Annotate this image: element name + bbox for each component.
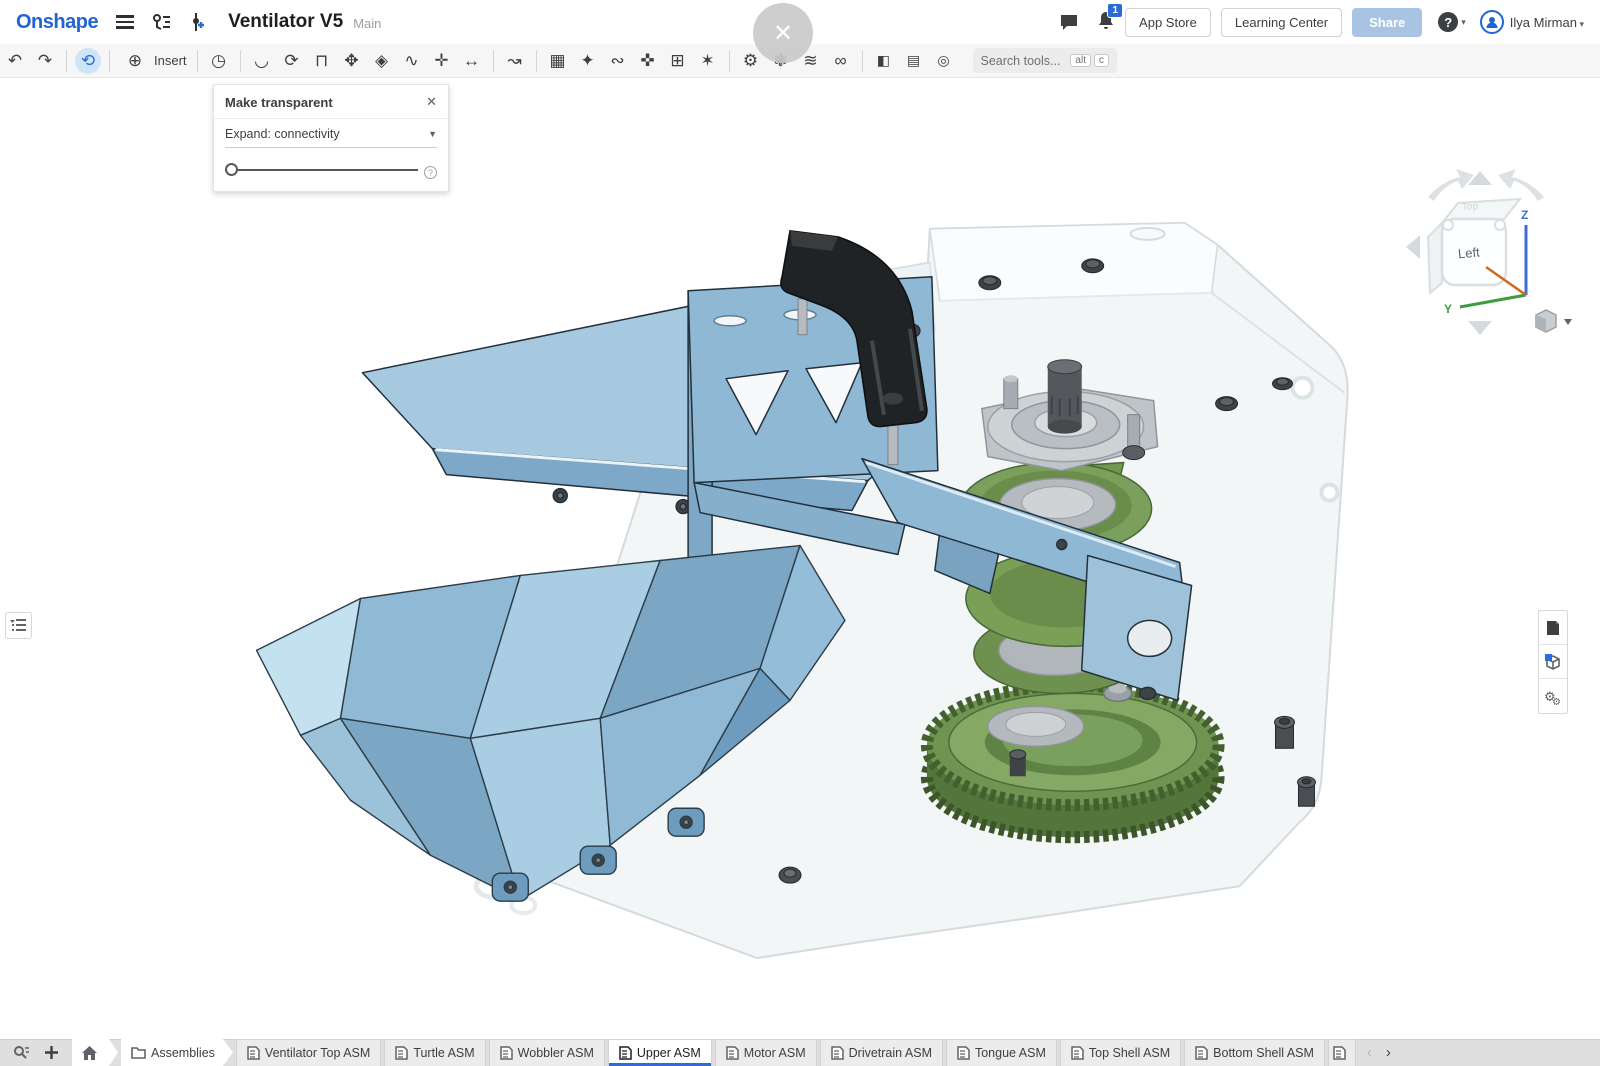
history-clock-icon[interactable]: ◷: [204, 51, 234, 71]
tabs-scroll-right-icon[interactable]: ›: [1379, 1044, 1398, 1061]
breadcrumb-assemblies-tab[interactable]: Assemblies: [121, 1039, 233, 1066]
tab-bottom-shell-asm[interactable]: Bottom Shell ASM: [1184, 1039, 1325, 1066]
search-tools-input[interactable]: Search tools... alt c: [973, 48, 1117, 73]
explore-icon[interactable]: ◎: [929, 52, 959, 69]
share-button[interactable]: Share: [1352, 8, 1422, 37]
parallel-mate-icon[interactable]: ↔: [457, 51, 487, 71]
view-cube[interactable]: Top Left Z Y: [1398, 167, 1574, 339]
belt-icon[interactable]: ∞: [826, 51, 856, 71]
user-menu[interactable]: Ilya Mirman: [1510, 15, 1584, 30]
workspace-label[interactable]: Main: [353, 16, 381, 31]
tab-label: Drivetrain ASM: [849, 1046, 932, 1060]
tab-clipped[interactable]: [1328, 1039, 1356, 1066]
tab-label: Wobbler ASM: [518, 1046, 594, 1060]
breadcrumb-label: Assemblies: [151, 1046, 215, 1060]
tab-label: Motor ASM: [744, 1046, 806, 1060]
comments-icon[interactable]: [1059, 13, 1079, 31]
branch-workspace-icon[interactable]: [190, 12, 206, 32]
configurations-panel-toggle[interactable]: ⚙⚙: [1539, 679, 1567, 713]
tangent-mate-icon[interactable]: ↝: [500, 51, 530, 71]
assembly-model[interactable]: [0, 79, 1600, 1039]
notification-count-badge: 1: [1107, 3, 1123, 18]
insert-icon: ⊕: [120, 51, 150, 71]
tab-drivetrain-asm[interactable]: Drivetrain ASM: [820, 1039, 943, 1066]
user-avatar[interactable]: [1480, 10, 1504, 34]
transparency-slider[interactable]: [225, 163, 418, 177]
hamburger-menu-icon[interactable]: [116, 12, 134, 32]
final-sync-icon[interactable]: ⟲: [75, 48, 101, 74]
document-title: Ventilator V5: [228, 11, 343, 33]
slider-handle[interactable]: [225, 163, 238, 176]
tab-label: Upper ASM: [637, 1046, 701, 1060]
parts-panel-toggle[interactable]: [1539, 645, 1567, 679]
slider-help-icon[interactable]: ?: [424, 166, 437, 179]
tab-label: Ventilator Top ASM: [265, 1046, 370, 1060]
undo-icon[interactable]: ↶: [0, 51, 30, 71]
axis-z-label: Z: [1521, 208, 1528, 222]
group-icon[interactable]: ▦: [543, 51, 573, 71]
versions-history-icon[interactable]: [152, 13, 172, 31]
insert-label: Insert: [154, 53, 187, 68]
redo-icon[interactable]: ↷: [30, 51, 60, 71]
snap-mode-icon[interactable]: ✜: [633, 51, 663, 71]
slider-mate-icon[interactable]: ⊓: [307, 51, 337, 71]
document-tab-bar: Assemblies Ventilator Top ASM Turtle ASM…: [0, 1039, 1600, 1066]
app-store-button[interactable]: App Store: [1125, 8, 1211, 37]
home-tab[interactable]: [72, 1039, 118, 1066]
svg-text:⚙: ⚙: [1552, 697, 1561, 705]
view-cube-body[interactable]: Top Left: [1428, 199, 1520, 293]
tab-top-shell-asm[interactable]: Top Shell ASM: [1060, 1039, 1181, 1066]
revolute-mate-icon[interactable]: ⟳: [277, 51, 307, 71]
learning-center-button[interactable]: Learning Center: [1221, 8, 1342, 37]
tab-turtle-asm[interactable]: Turtle ASM: [384, 1039, 485, 1066]
named-views-icon[interactable]: ▤: [899, 52, 929, 69]
explode-icon[interactable]: ✶: [693, 51, 723, 71]
instances-panel-toggle[interactable]: [5, 612, 32, 639]
shortcut-key-c: c: [1094, 54, 1109, 67]
axis-y-label: Y: [1444, 302, 1452, 316]
onshape-logo[interactable]: Onshape: [16, 11, 98, 34]
tabs-scroll-left-icon[interactable]: ‹: [1360, 1044, 1379, 1061]
expand-mode-dropdown[interactable]: Expand: connectivity ▼: [225, 127, 437, 148]
dropdown-caret-icon: ▼: [428, 129, 437, 139]
pattern-icon[interactable]: ⊞: [663, 51, 693, 71]
fastened-mate-icon[interactable]: ◡: [247, 51, 277, 71]
tab-label: Bottom Shell ASM: [1213, 1046, 1314, 1060]
panel-title: Make transparent: [225, 95, 333, 110]
display-states-icon[interactable]: ◧: [869, 52, 899, 69]
tab-wobbler-asm[interactable]: Wobbler ASM: [489, 1039, 605, 1066]
planar-mate-icon[interactable]: ✥: [337, 51, 367, 71]
cube-top-label[interactable]: Top: [1462, 201, 1479, 213]
shortcut-key-alt: alt: [1070, 54, 1091, 67]
comments-panel-toggle[interactable]: [1539, 611, 1567, 645]
search-tabs-icon[interactable]: [6, 1039, 36, 1066]
notifications-bell-icon[interactable]: 1: [1097, 10, 1115, 35]
help-caret-icon[interactable]: ▾: [1461, 17, 1466, 28]
insert-button[interactable]: ⊕ Insert: [116, 51, 191, 71]
path-icon[interactable]: ∾: [603, 51, 633, 71]
3d-viewport[interactable]: ⚙⚙ Top Left Z: [0, 79, 1600, 1039]
tab-motor-asm[interactable]: Motor ASM: [715, 1039, 817, 1066]
view-options-button[interactable]: [1536, 310, 1572, 332]
tab-label: Top Shell ASM: [1089, 1046, 1170, 1060]
tab-scroll-nav: ‹ ›: [1356, 1039, 1402, 1066]
panel-close-icon[interactable]: ✕: [426, 94, 437, 110]
tab-ventilator-top-asm[interactable]: Ventilator Top ASM: [236, 1039, 381, 1066]
dropdown-value: Expand: connectivity: [225, 127, 340, 141]
ball-mate-icon[interactable]: ✛: [427, 51, 457, 71]
mate-connector-icon[interactable]: ✦: [573, 51, 603, 71]
close-overlay-button[interactable]: ✕: [753, 3, 813, 63]
cube-face-label[interactable]: Left: [1457, 245, 1480, 262]
make-transparent-panel: Make transparent ✕ Expand: connectivity …: [213, 84, 449, 192]
help-icon[interactable]: ?: [1438, 12, 1458, 32]
tab-label: Turtle ASM: [413, 1046, 474, 1060]
tab-upper-asm-active[interactable]: Upper ASM: [608, 1039, 712, 1066]
tab-tongue-asm[interactable]: Tongue ASM: [946, 1039, 1057, 1066]
pin-slot-mate-icon[interactable]: ∿: [397, 51, 427, 71]
tab-label: Tongue ASM: [975, 1046, 1046, 1060]
right-panel-toggles: ⚙⚙: [1538, 610, 1568, 714]
cylindrical-mate-icon[interactable]: ◈: [367, 51, 397, 71]
search-placeholder: Search tools...: [981, 54, 1061, 68]
new-tab-icon[interactable]: [36, 1039, 66, 1066]
